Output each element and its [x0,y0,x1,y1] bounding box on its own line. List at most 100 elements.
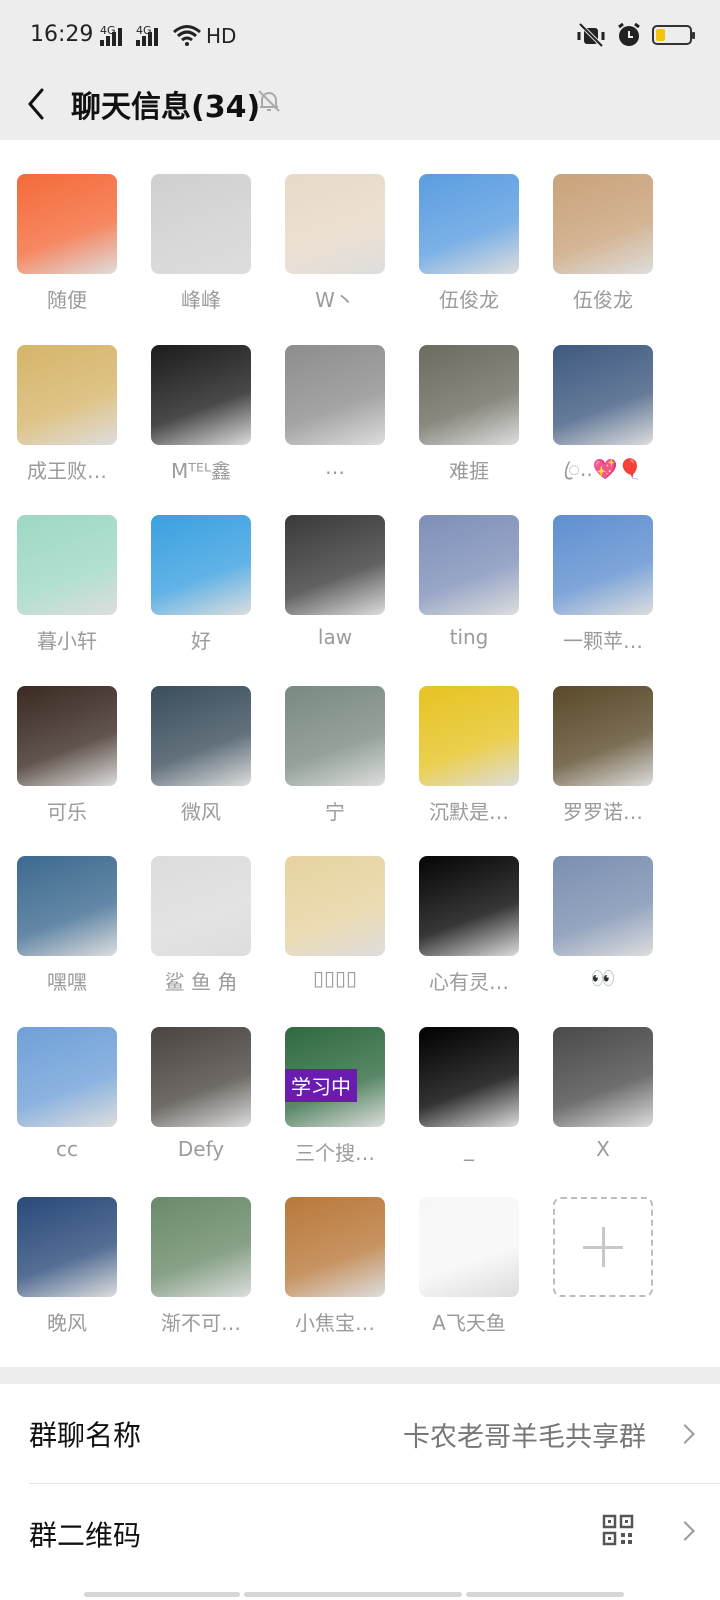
member-avatar[interactable] [17,174,117,274]
member-avatar[interactable] [285,856,385,956]
member-item[interactable]: ꦿ..💖🎈 [536,345,670,505]
alarm-icon [618,22,640,46]
signal-icon-2 [136,26,160,46]
battery-icon [652,25,695,45]
member-item[interactable]: X [536,1027,670,1187]
member-item[interactable]: 难捱 [402,345,536,505]
member-avatar[interactable] [151,686,251,786]
member-item[interactable]: … [268,345,402,505]
group-name-value: 卡农老哥羊毛共享群 [403,1422,646,1453]
member-item[interactable]: 暮小轩 [0,515,134,675]
member-name: A飞天鱼 [432,1311,506,1335]
member-item[interactable]: 鲨 鱼 角 [134,856,268,1016]
member-avatar[interactable] [419,1197,519,1297]
member-avatar[interactable] [553,686,653,786]
member-item[interactable]: Defy [134,1027,268,1187]
member-avatar[interactable]: 学习中 [285,1027,385,1127]
member-name: 微风 [181,800,221,824]
member-item[interactable]: 嘿嘿 [0,856,134,1016]
member-avatar[interactable] [553,174,653,274]
member-item[interactable]: ting [402,515,536,675]
plus-icon[interactable] [553,1197,653,1297]
member-avatar[interactable] [419,1027,519,1127]
member-avatar[interactable] [553,515,653,615]
member-item[interactable]: 学习中三个搜… [268,1027,402,1187]
member-name: 伍俊龙 [439,288,499,312]
member-item[interactable]: 沉默是… [402,686,536,846]
member-item[interactable]: 峰峰 [134,174,268,334]
group-qr-row[interactable]: 群二维码 [0,1484,720,1600]
group-name-row[interactable]: 群聊名称 卡农老哥羊毛共享群 [0,1384,720,1484]
member-avatar[interactable] [17,345,117,445]
member-avatar[interactable] [17,1197,117,1297]
member-name: 三个搜… [295,1141,375,1165]
member-avatar[interactable] [151,174,251,274]
member-item[interactable]: law [268,515,402,675]
add-member-button[interactable] [536,1197,670,1357]
member-item[interactable]: 好 [134,515,268,675]
member-item[interactable]: 渐不可… [134,1197,268,1357]
member-avatar[interactable] [17,686,117,786]
member-avatar[interactable] [151,1197,251,1297]
member-name: 嘿嘿 [47,970,87,994]
member-avatar[interactable] [285,174,385,274]
member-name: ting [449,625,489,649]
member-avatar[interactable] [419,515,519,615]
member-avatar[interactable] [553,345,653,445]
back-arrow-icon[interactable] [22,84,58,124]
member-item[interactable]: 一颗苹… [536,515,670,675]
member-item[interactable]: A飞天鱼 [402,1197,536,1357]
wifi-icon [173,25,201,46]
member-avatar[interactable] [553,1027,653,1127]
member-avatar[interactable] [419,686,519,786]
member-avatar[interactable] [419,856,519,956]
member-name: 可乐 [47,800,87,824]
member-avatar[interactable] [151,856,251,956]
member-avatar[interactable] [419,174,519,274]
member-item[interactable]: cc [0,1027,134,1187]
member-item[interactable]: 伍俊龙 [402,174,536,334]
member-item[interactable]: 小焦宝… [268,1197,402,1357]
member-avatar[interactable] [17,856,117,956]
member-item[interactable]: _ [402,1027,536,1187]
member-avatar[interactable] [17,1027,117,1127]
member-avatar[interactable] [285,345,385,445]
member-item[interactable]: ▯▯▯▯ [268,856,402,1016]
member-avatar[interactable] [285,515,385,615]
member-item[interactable]: Mᵀᴱᴸ鑫 [134,345,268,505]
scroll-indicator [244,1592,462,1597]
member-name: ꦿ..💖🎈 [563,457,643,481]
member-avatar[interactable] [17,515,117,615]
mute-bell-icon [258,90,280,112]
status-bar: 16:29 4G 4G HD [0,0,720,70]
member-item[interactable]: W丶 [268,174,402,334]
member-item[interactable]: 心有灵… [402,856,536,1016]
member-name: 宁 [325,800,345,824]
member-avatar[interactable] [151,1027,251,1127]
member-name: 峰峰 [181,288,221,312]
member-name: … [325,455,345,479]
member-item[interactable]: 成王败… [0,345,134,505]
member-item[interactable]: 微风 [134,686,268,846]
member-avatar[interactable] [151,345,251,445]
member-name: 随便 [47,288,87,312]
member-avatar[interactable] [553,856,653,956]
scroll-indicator [466,1592,624,1597]
member-name: 鲨 鱼 角 [164,970,238,994]
member-item[interactable]: 可乐 [0,686,134,846]
member-item[interactable]: 随便 [0,174,134,334]
member-avatar[interactable] [419,345,519,445]
member-avatar[interactable] [285,686,385,786]
member-item[interactable]: 宁 [268,686,402,846]
member-item[interactable]: 伍俊龙 [536,174,670,334]
member-item[interactable]: 👀 [536,856,670,1016]
member-name: Defy [177,1137,225,1161]
hd-label: HD [206,24,237,48]
member-name: 小焦宝… [295,1311,375,1335]
member-avatar[interactable] [285,1197,385,1297]
member-avatar[interactable] [151,515,251,615]
member-item[interactable]: 罗罗诺… [536,686,670,846]
member-name: cc [56,1137,78,1161]
member-name: Mᵀᴱᴸ鑫 [171,459,231,483]
member-item[interactable]: 晚风 [0,1197,134,1357]
